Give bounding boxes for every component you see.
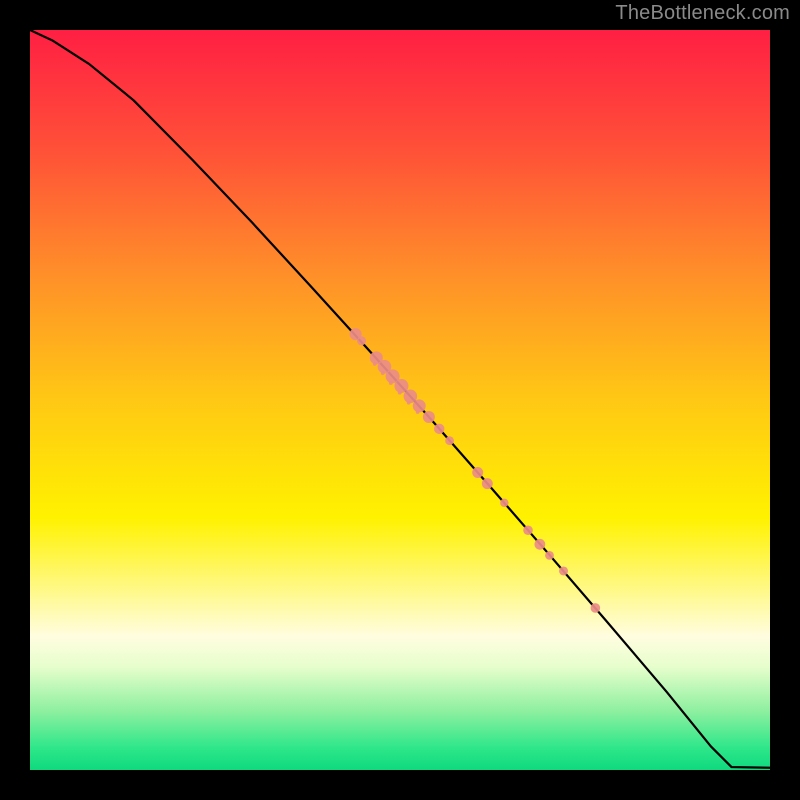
marker-drip [373,362,377,366]
marker-dot [357,336,366,345]
marker-dot [545,551,554,560]
marker-drip [381,371,385,375]
marker-dot [482,478,493,489]
marker-dot [500,499,508,507]
plot-area [30,30,770,770]
marker-dot [534,539,545,550]
bottleneck-chart [0,0,800,800]
marker-dot [559,566,568,575]
marker-drip [389,381,393,385]
marker-dot [423,411,435,423]
watermark-text: TheBottleneck.com [615,2,790,25]
marker-dot [434,424,444,434]
marker-drip [398,391,402,395]
marker-dot [472,467,483,478]
marker-drip [416,410,420,414]
marker-dot [523,525,533,535]
marker-dot [445,436,454,445]
marker-drip [407,401,411,405]
chart-frame: TheBottleneck.com [0,0,800,800]
marker-dot [413,399,426,412]
marker-dot [591,603,601,613]
